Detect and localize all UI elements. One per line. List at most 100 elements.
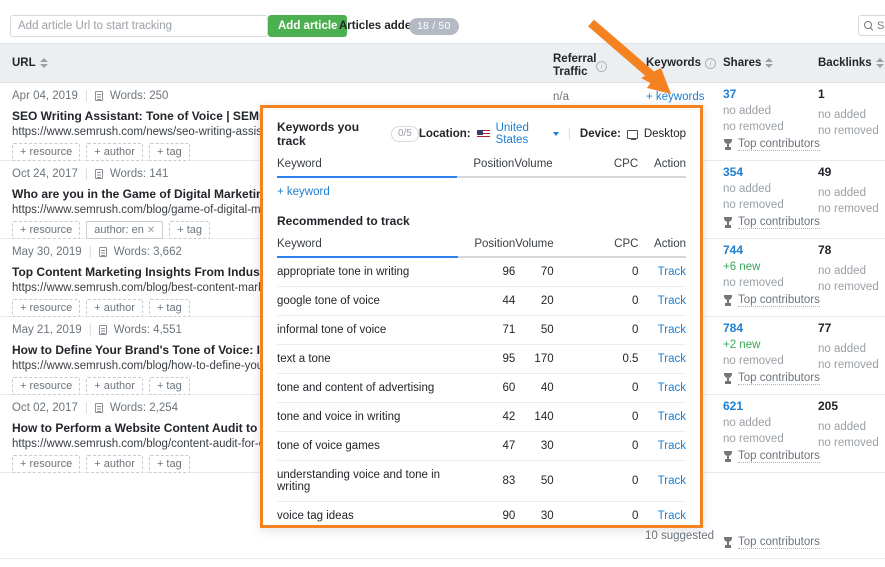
track-button[interactable]: Track <box>658 382 686 394</box>
shares-cell: 784 +2 new no removed <box>723 321 813 367</box>
shares-removed: no removed <box>723 199 813 211</box>
add-chip[interactable]: + author <box>86 455 143 473</box>
add-chip[interactable]: + resource <box>12 143 80 161</box>
keyword-cpc: 0.5 <box>582 345 639 374</box>
backlinks-value: 77 <box>818 321 885 335</box>
article-url[interactable]: https://www.semrush.com/blog/how-to-defi… <box>12 360 264 372</box>
chevron-down-icon[interactable] <box>553 132 559 136</box>
add-chip[interactable]: + resource <box>12 299 80 317</box>
add-chip[interactable]: + tag <box>169 221 210 239</box>
search-input[interactable]: S <box>858 15 885 36</box>
info-icon[interactable]: i <box>705 58 716 69</box>
device-value[interactable]: Desktop <box>644 128 686 140</box>
tag-chip[interactable]: author: en ✕ <box>86 221 163 239</box>
document-icon <box>99 325 107 335</box>
chip-label: + tag <box>177 224 202 236</box>
backlinks-value: 49 <box>818 165 885 179</box>
column-header-backlinks[interactable]: Backlinks <box>818 57 884 69</box>
shares-cell: 354 no added no removed <box>723 165 813 211</box>
track-button[interactable]: Track <box>658 295 686 307</box>
column-header-shares[interactable]: Shares <box>723 57 773 69</box>
add-chip[interactable]: + resource <box>12 377 80 395</box>
top-contributors-link[interactable]: Top contributors <box>723 216 820 229</box>
sort-icon[interactable] <box>876 57 884 69</box>
add-article-button[interactable]: Add article <box>268 15 347 37</box>
keywords-count-badge: 0/5 <box>391 126 419 142</box>
header-cpc[interactable]: CPC <box>582 238 639 257</box>
track-button[interactable]: Track <box>658 510 686 522</box>
keyword-position: 71 <box>458 316 515 345</box>
add-keyword-link[interactable]: + keyword <box>277 178 686 200</box>
add-chip[interactable]: + author <box>86 299 143 317</box>
shares-value[interactable]: 37 <box>723 87 813 101</box>
article-url[interactable]: https://www.semrush.com/news/seo-writing… <box>12 126 264 138</box>
track-button[interactable]: Track <box>658 324 686 336</box>
top-contributors-link[interactable]: Top contributors <box>723 372 820 385</box>
row-meta: Oct 24, 2017 | Words: 141 <box>12 168 168 180</box>
add-chip[interactable]: + tag <box>149 455 190 473</box>
article-title[interactable]: Who are you in the Game of Digital Marke… <box>12 187 264 201</box>
article-url-input[interactable] <box>10 15 268 37</box>
keyword-name: understanding voice and tone in writing <box>277 461 458 502</box>
header-position[interactable]: Position <box>457 158 515 177</box>
track-button[interactable]: Track <box>658 353 686 365</box>
shares-value[interactable]: 354 <box>723 165 813 179</box>
article-url[interactable]: https://www.semrush.com/blog/best-conten… <box>12 282 264 294</box>
add-chip[interactable]: + resource <box>12 221 80 239</box>
article-url[interactable]: https://www.semrush.com/blog/game-of-dig… <box>12 204 264 216</box>
add-chip[interactable]: + resource <box>12 455 80 473</box>
add-chip[interactable]: + tag <box>149 377 190 395</box>
add-chip[interactable]: + tag <box>149 143 190 161</box>
header-keyword[interactable]: Keyword <box>277 238 458 257</box>
track-cell: Track <box>638 502 686 529</box>
chip-label: + author <box>94 146 135 158</box>
document-icon <box>95 91 103 101</box>
info-icon[interactable]: i <box>596 61 607 72</box>
backlinks-added: no added <box>818 265 885 277</box>
top-contributors-label: Top contributors <box>738 138 820 151</box>
top-contributors-link[interactable]: Top contributors <box>723 138 820 151</box>
header-cpc[interactable]: CPC <box>581 158 638 177</box>
sort-icon[interactable] <box>765 57 773 69</box>
header-position[interactable]: Position <box>458 238 515 257</box>
column-header-referral-traffic[interactable]: Referral Traffic i <box>553 53 596 79</box>
top-contributors-link[interactable]: Top contributors <box>723 450 820 463</box>
article-title[interactable]: How to Perform a Website Content Audit t… <box>12 421 264 435</box>
article-title[interactable]: Top Content Marketing Insights From Indu… <box>12 265 264 279</box>
track-button[interactable]: Track <box>658 411 686 423</box>
column-header-url[interactable]: URL <box>12 57 48 69</box>
device-label: Device: <box>580 128 621 140</box>
track-button[interactable]: Track <box>658 266 686 278</box>
sort-icon[interactable] <box>40 57 48 69</box>
shares-value[interactable]: 744 <box>723 243 813 257</box>
close-icon[interactable]: ✕ <box>147 225 155 236</box>
article-title[interactable]: How to Define Your Brand's Tone of Voice… <box>12 343 264 357</box>
location-selector[interactable]: United States <box>496 122 547 146</box>
keyword-name: tone and voice in writing <box>277 403 458 432</box>
top-contributors-label: Top contributors <box>738 372 820 385</box>
add-keywords-link[interactable]: + keywords <box>646 91 704 103</box>
keyword-position: 83 <box>458 461 515 502</box>
keyword-volume: 70 <box>515 257 581 287</box>
header-volume[interactable]: Volume <box>514 158 580 177</box>
header-volume[interactable]: Volume <box>515 238 581 257</box>
shares-value[interactable]: 621 <box>723 399 813 413</box>
article-url[interactable]: https://www.semrush.com/blog/content-aud… <box>12 438 264 450</box>
header-keyword[interactable]: Keyword <box>277 158 457 177</box>
article-title[interactable]: SEO Writing Assistant: Tone of Voice | S… <box>12 109 264 123</box>
keyword-cpc: 0 <box>582 403 639 432</box>
track-button[interactable]: Track <box>658 475 686 487</box>
referral-traffic-value: n/a <box>553 91 569 103</box>
top-contributors-link[interactable]: Top contributors <box>723 536 820 549</box>
top-contributors-link[interactable]: Top contributors <box>723 294 820 307</box>
publish-date: May 30, 2019 <box>12 246 82 258</box>
add-chip[interactable]: + author <box>86 143 143 161</box>
word-count: Words: 250 <box>110 90 169 102</box>
track-button[interactable]: Track <box>658 440 686 452</box>
keyword-name: tone of voice games <box>277 432 458 461</box>
top-contributors-label: Top contributors <box>738 536 820 549</box>
column-header-keywords[interactable]: Keywords i <box>646 57 716 69</box>
shares-value[interactable]: 784 <box>723 321 813 335</box>
add-chip[interactable]: + author <box>86 377 143 395</box>
add-chip[interactable]: + tag <box>149 299 190 317</box>
